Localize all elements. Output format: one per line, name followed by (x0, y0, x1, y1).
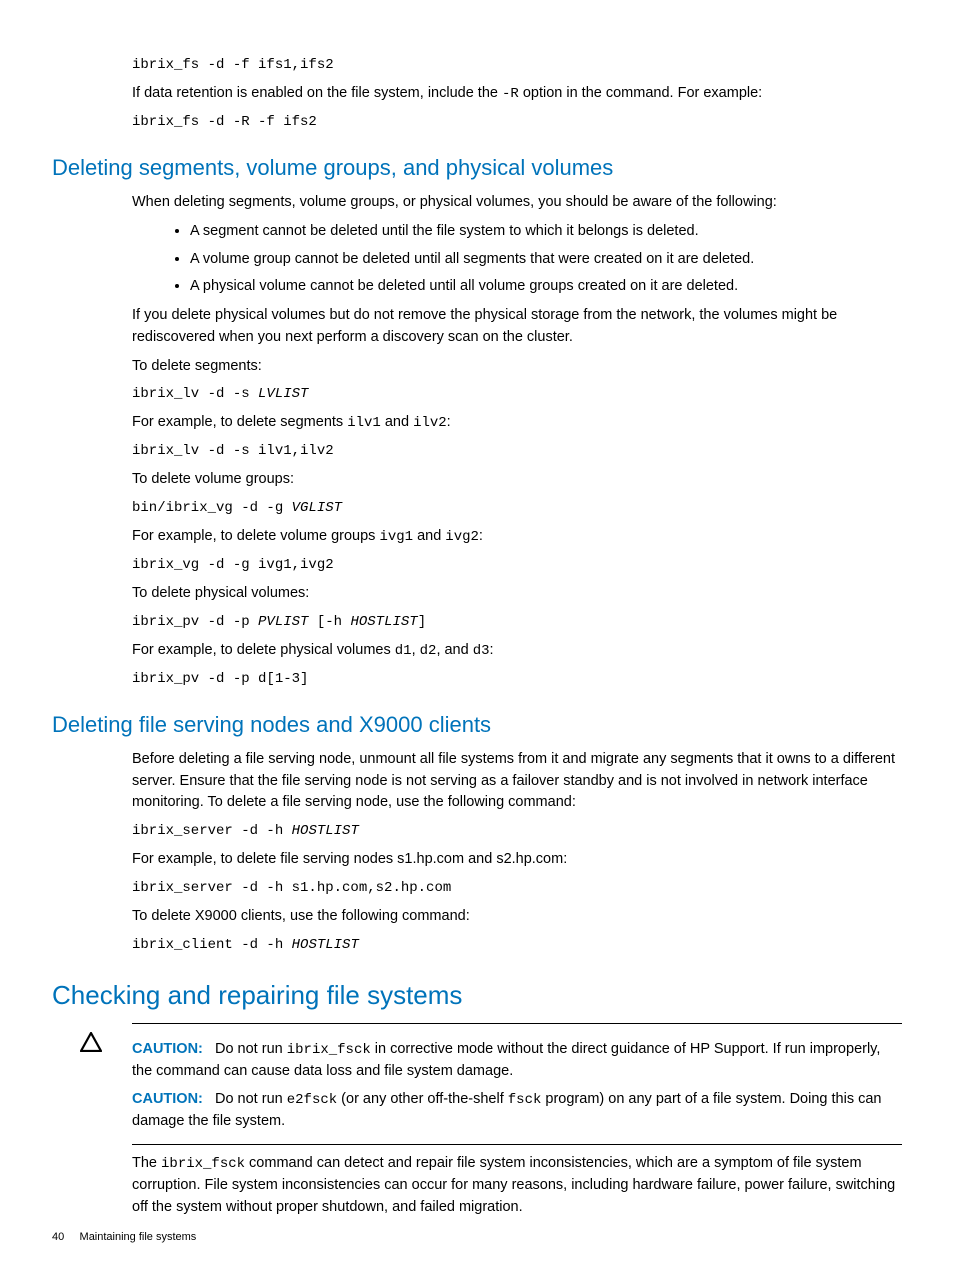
paragraph: To delete X9000 clients, use the followi… (132, 906, 902, 928)
code-line: ibrix_client -d -h HOSTLIST (132, 935, 902, 956)
code-line: ibrix_vg -d -g ivg1,ivg2 (132, 555, 902, 576)
caution-text: CAUTION: Do not run ibrix_fsck in correc… (132, 1039, 902, 1083)
code-line: ibrix_fs -d -f ifs1,ifs2 (132, 55, 902, 76)
paragraph: For example, to delete file serving node… (132, 849, 902, 871)
bullet-list: A segment cannot be deleted until the fi… (132, 221, 902, 298)
list-item: A volume group cannot be deleted until a… (190, 249, 902, 271)
paragraph: To delete physical volumes: (132, 583, 902, 605)
caution-block-1: CAUTION: Do not run ibrix_fsck in correc… (52, 1032, 902, 1141)
paragraph: The ibrix_fsck command can detect and re… (132, 1153, 902, 1219)
code-line: ibrix_pv -d -p d[1-3] (132, 669, 902, 690)
code-line: ibrix_server -d -h HOSTLIST (132, 821, 902, 842)
caution-icon (52, 1032, 132, 1060)
intro-block: ibrix_fs -d -f ifs1,ifs2 If data retenti… (132, 55, 902, 133)
code-line: ibrix_server -d -h s1.hp.com,s2.hp.com (132, 878, 902, 899)
heading-deleting-nodes: Deleting file serving nodes and X9000 cl… (52, 708, 902, 741)
paragraph: To delete segments: (132, 356, 902, 378)
page-footer: 40 Maintaining file systems (52, 1229, 196, 1246)
section3-body: The ibrix_fsck command can detect and re… (132, 1153, 902, 1219)
code-line: ibrix_lv -d -s LVLIST (132, 384, 902, 405)
heading-checking-repairing: Checking and repairing file systems (52, 976, 902, 1015)
footer-title: Maintaining file systems (80, 1231, 197, 1243)
paragraph: Before deleting a file serving node, unm… (132, 749, 902, 814)
code-line: ibrix_pv -d -p PVLIST [-h HOSTLIST] (132, 612, 902, 633)
paragraph: If data retention is enabled on the file… (132, 83, 902, 105)
heading-deleting-segments: Deleting segments, volume groups, and ph… (52, 151, 902, 184)
divider (132, 1023, 902, 1024)
paragraph: For example, to delete volume groups ivg… (132, 526, 902, 548)
paragraph: When deleting segments, volume groups, o… (132, 192, 902, 214)
list-item: A physical volume cannot be deleted unti… (190, 276, 902, 298)
code-line: ibrix_lv -d -s ilv1,ilv2 (132, 441, 902, 462)
list-item: A segment cannot be deleted until the fi… (190, 221, 902, 243)
caution-text: CAUTION: Do not run e2fsck (or any other… (132, 1089, 902, 1133)
paragraph: If you delete physical volumes but do no… (132, 305, 902, 349)
paragraph: For example, to delete segments ilv1 and… (132, 412, 902, 434)
code-line: bin/ibrix_vg -d -g VGLIST (132, 498, 902, 519)
section2-body: Before deleting a file serving node, unm… (132, 749, 902, 956)
divider (132, 1144, 902, 1145)
page-number: 40 (52, 1231, 64, 1243)
code-line: ibrix_fs -d -R -f ifs2 (132, 112, 902, 133)
section1-body: When deleting segments, volume groups, o… (132, 192, 902, 690)
paragraph: To delete volume groups: (132, 469, 902, 491)
paragraph: For example, to delete physical volumes … (132, 640, 902, 662)
